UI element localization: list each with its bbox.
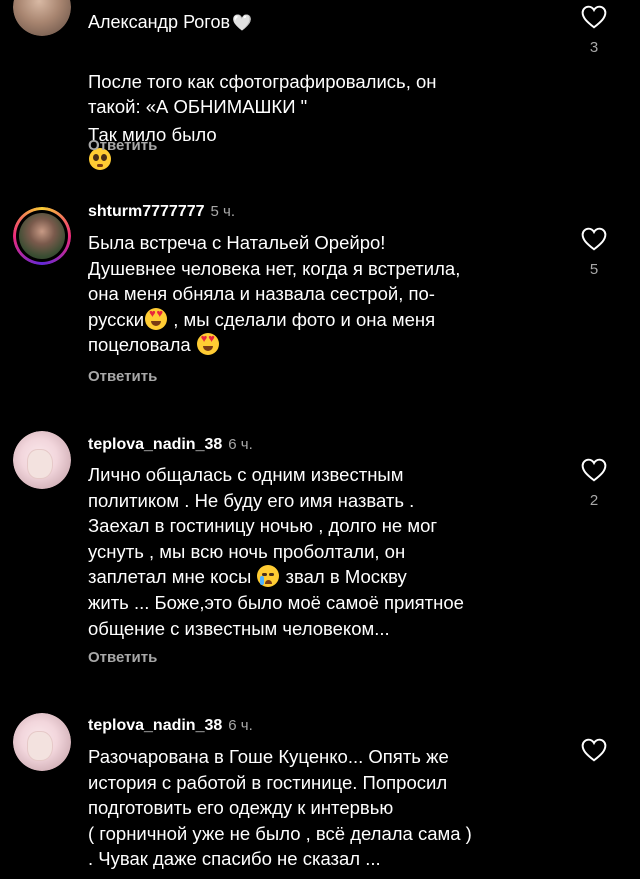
comment-text: Была встреча с Натальей Орейро! Душевнее… xyxy=(88,230,548,358)
like-count: 5 xyxy=(589,261,599,278)
like-button[interactable]: 2 xyxy=(580,458,608,509)
reply-button[interactable]: Ответить xyxy=(88,368,157,385)
reply-button[interactable]: Ответить xyxy=(88,137,157,154)
like-button[interactable]: 5 xyxy=(580,227,608,278)
avatar[interactable] xyxy=(13,207,71,265)
comment-time: 6 ч. xyxy=(228,436,253,453)
comment-username[interactable]: teplova_nadin_38 6 ч. xyxy=(88,436,253,454)
like-button[interactable] xyxy=(580,738,608,762)
comment-username[interactable]: shturm7777777 5 ч. xyxy=(88,203,235,221)
heart-outline-icon xyxy=(581,738,607,762)
avatar[interactable] xyxy=(13,431,71,489)
avatar[interactable] xyxy=(13,713,71,771)
heart-eyes-face-icon xyxy=(145,307,168,330)
heart-outline-icon xyxy=(581,5,607,29)
avatar[interactable] xyxy=(13,0,71,36)
like-count: 3 xyxy=(589,39,599,56)
comment-time: 6 ч. xyxy=(228,717,253,734)
white-heart-icon: 🤍 xyxy=(232,15,252,32)
heart-eyes-face-icon xyxy=(196,333,219,356)
comment-username[interactable]: Александр Рогов 🤍 xyxy=(88,12,252,33)
like-button[interactable]: 3 xyxy=(580,5,608,56)
comment-username[interactable]: teplova_nadin_38 6 ч. xyxy=(88,717,253,735)
comment-time: 5 ч. xyxy=(210,203,236,220)
like-count: 2 xyxy=(589,492,599,509)
comment-text-line2: Так мило было xyxy=(88,96,548,173)
crying-face-icon xyxy=(257,565,280,588)
heart-outline-icon xyxy=(581,458,607,482)
comment-text: Лично общалась с одним известным политик… xyxy=(88,464,464,639)
reply-button[interactable]: Ответить xyxy=(88,649,157,666)
heart-outline-icon xyxy=(581,227,607,251)
comment-text: Разочарована в Гоше Куценко... Опять же … xyxy=(88,746,472,870)
